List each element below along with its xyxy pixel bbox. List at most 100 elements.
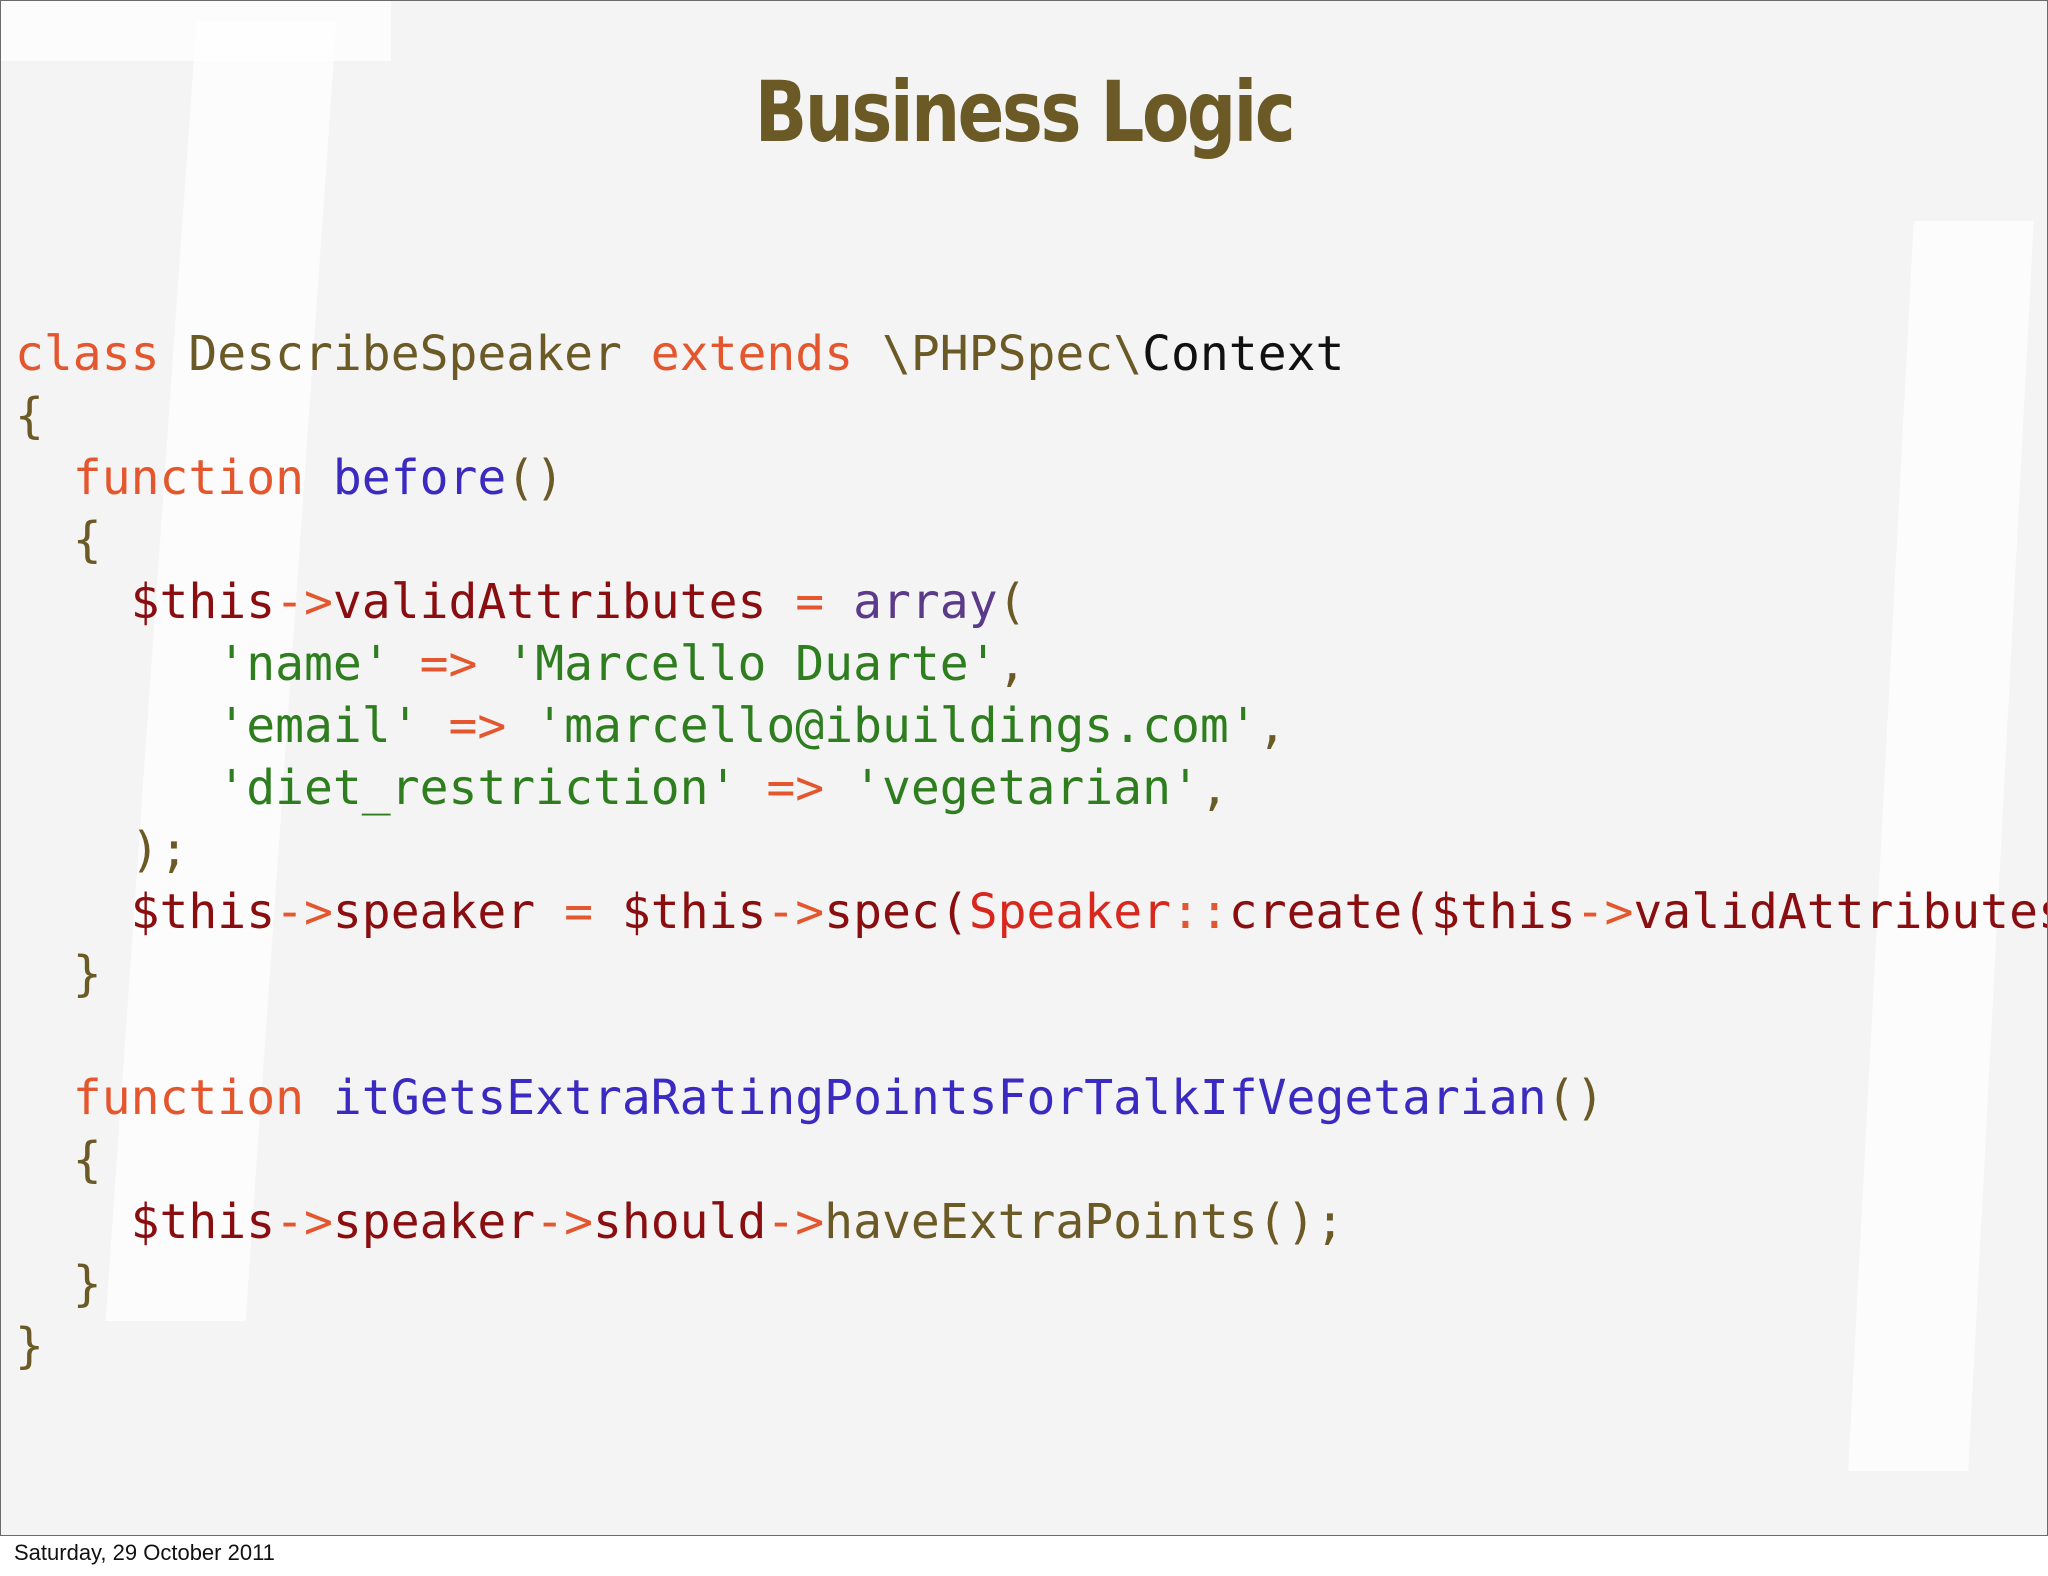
code-token: validAttributes <box>332 574 767 630</box>
code-token: 'name' <box>217 636 391 692</box>
code-token: validAttributes <box>1633 884 2048 940</box>
code-token: $this <box>1431 884 1576 940</box>
code-token: } <box>72 1256 102 1312</box>
slide-title: Business Logic <box>754 63 1296 161</box>
code-token: , <box>997 636 1027 692</box>
code-token: $this <box>130 574 276 630</box>
code-token: $this <box>130 1194 276 1250</box>
code-line: { <box>15 385 2047 447</box>
code-token: } <box>15 1318 44 1374</box>
code-token: function <box>72 450 304 506</box>
code-line: $this->speaker = $this->spec(Speaker::cr… <box>15 881 2048 943</box>
code-token: -> <box>766 1194 825 1250</box>
code-line: class DescribeSpeaker extends \PHPSpec\C… <box>15 323 2047 385</box>
code-token: spec( <box>824 884 969 940</box>
code-line: { <box>15 509 2047 571</box>
code-line: } <box>15 1253 2047 1315</box>
code-line: } <box>15 1315 2047 1377</box>
code-token: 'vegetarian' <box>853 760 1200 816</box>
code-token: , <box>1199 760 1229 816</box>
code-token: 'marcello@ibuildings.com' <box>535 698 1258 754</box>
code-line: $this->validAttributes = array( <box>15 571 2047 633</box>
code-token: speaker <box>332 1194 536 1250</box>
code-line: 'email' => 'marcello@ibuildings.com', <box>15 695 2047 757</box>
code-token: () <box>1546 1070 1605 1126</box>
code-token: = <box>795 574 825 630</box>
code-token: Context <box>1142 326 1345 382</box>
code-block: class DescribeSpeaker extends \PHPSpec\C… <box>15 323 2048 1377</box>
code-token: -> <box>275 1194 333 1250</box>
code-line: } <box>15 943 2047 1005</box>
code-token: should <box>592 1194 767 1250</box>
code-token: $this <box>130 884 276 940</box>
code-token: , <box>1257 698 1287 754</box>
code-token: ( <box>997 574 1027 630</box>
code-line: 'name' => 'Marcello Duarte', <box>15 633 2047 695</box>
code-line: { <box>15 1129 2047 1191</box>
code-line: function before() <box>15 447 2047 509</box>
code-token: \PHPSpec\ <box>882 326 1143 382</box>
code-line: $this->speaker->should->haveExtraPoints(… <box>15 1191 2047 1253</box>
code-token: 'Marcello Duarte' <box>506 636 998 692</box>
code-token: 'email' <box>217 698 420 754</box>
code-token: () <box>506 450 565 506</box>
code-token: -> <box>766 884 825 940</box>
code-token: 'diet_restriction' <box>217 760 738 816</box>
code-token: ); <box>130 822 189 878</box>
code-token: => <box>419 636 478 692</box>
code-token: function <box>72 1070 304 1126</box>
code-token: extends <box>650 326 854 382</box>
code-token: -> <box>535 1194 593 1250</box>
code-line: 'diet_restriction' => 'vegetarian', <box>15 757 2047 819</box>
code-token: { <box>15 388 44 444</box>
code-token: create( <box>1228 884 1432 940</box>
code-token: speaker <box>332 884 536 940</box>
code-token: -> <box>275 574 333 630</box>
code-token: Speaker <box>968 884 1171 940</box>
code-token: -> <box>275 884 333 940</box>
footer-date: Saturday, 29 October 2011 <box>14 1540 275 1565</box>
code-token: => <box>448 698 507 754</box>
code-token: DescribeSpeaker <box>188 326 622 382</box>
code-token: haveExtraPoints(); <box>824 1194 1345 1250</box>
code-token: } <box>72 946 102 1002</box>
slide: Business Logic class DescribeSpeaker ext… <box>0 0 2048 1536</box>
code-token: :: <box>1171 884 1229 940</box>
code-token: => <box>766 760 825 816</box>
code-token: { <box>72 512 102 568</box>
code-token: -> <box>1575 884 1634 940</box>
code-token: $this <box>621 884 767 940</box>
code-token: { <box>72 1132 102 1188</box>
code-line: function itGetsExtraRatingPointsForTalkI… <box>15 1067 2047 1129</box>
code-token: class <box>15 326 160 382</box>
code-token: = <box>564 884 593 940</box>
code-token: before <box>332 450 507 506</box>
